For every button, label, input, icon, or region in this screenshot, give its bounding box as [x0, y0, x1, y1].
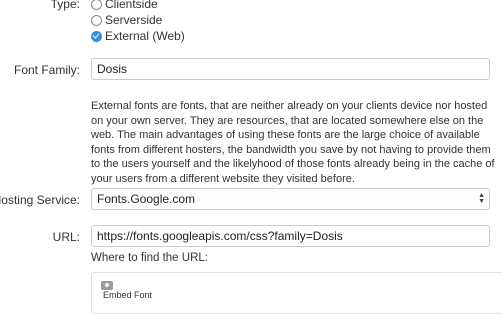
- radio-serverside-label[interactable]: Serverside: [105, 13, 162, 27]
- preview-caption: Embed Font: [103, 290, 153, 300]
- external-fonts-description: External fonts are fonts, that are neith…: [91, 100, 495, 185]
- radio-clientside-label[interactable]: Clientside: [105, 0, 158, 11]
- hosting-service-select[interactable]: Fonts.Google.com ▲ ▼: [91, 188, 490, 210]
- url-hint: Where to find the URL:: [91, 252, 208, 264]
- url-preview-image: Embed Font: [91, 272, 502, 314]
- font-family-label: Font Family:: [13, 63, 80, 77]
- font-family-input[interactable]: Dosis: [91, 58, 490, 80]
- hosting-service-label: Hosting Service:: [0, 193, 80, 207]
- url-input[interactable]: https://fonts.googleapis.com/css?family=…: [91, 225, 490, 247]
- radio-external-web-indicator[interactable]: [91, 31, 102, 42]
- radio-serverside-indicator[interactable]: [91, 15, 102, 26]
- select-arrows-icon: ▲ ▼: [478, 192, 485, 205]
- url-label: URL:: [52, 230, 80, 244]
- radio-clientside-indicator[interactable]: [91, 0, 102, 10]
- radio-external-web-label[interactable]: External (Web): [105, 29, 185, 43]
- camera-icon: [101, 281, 113, 290]
- hosting-service-value: Fonts.Google.com: [97, 192, 196, 206]
- type-label: Type:: [50, 0, 80, 11]
